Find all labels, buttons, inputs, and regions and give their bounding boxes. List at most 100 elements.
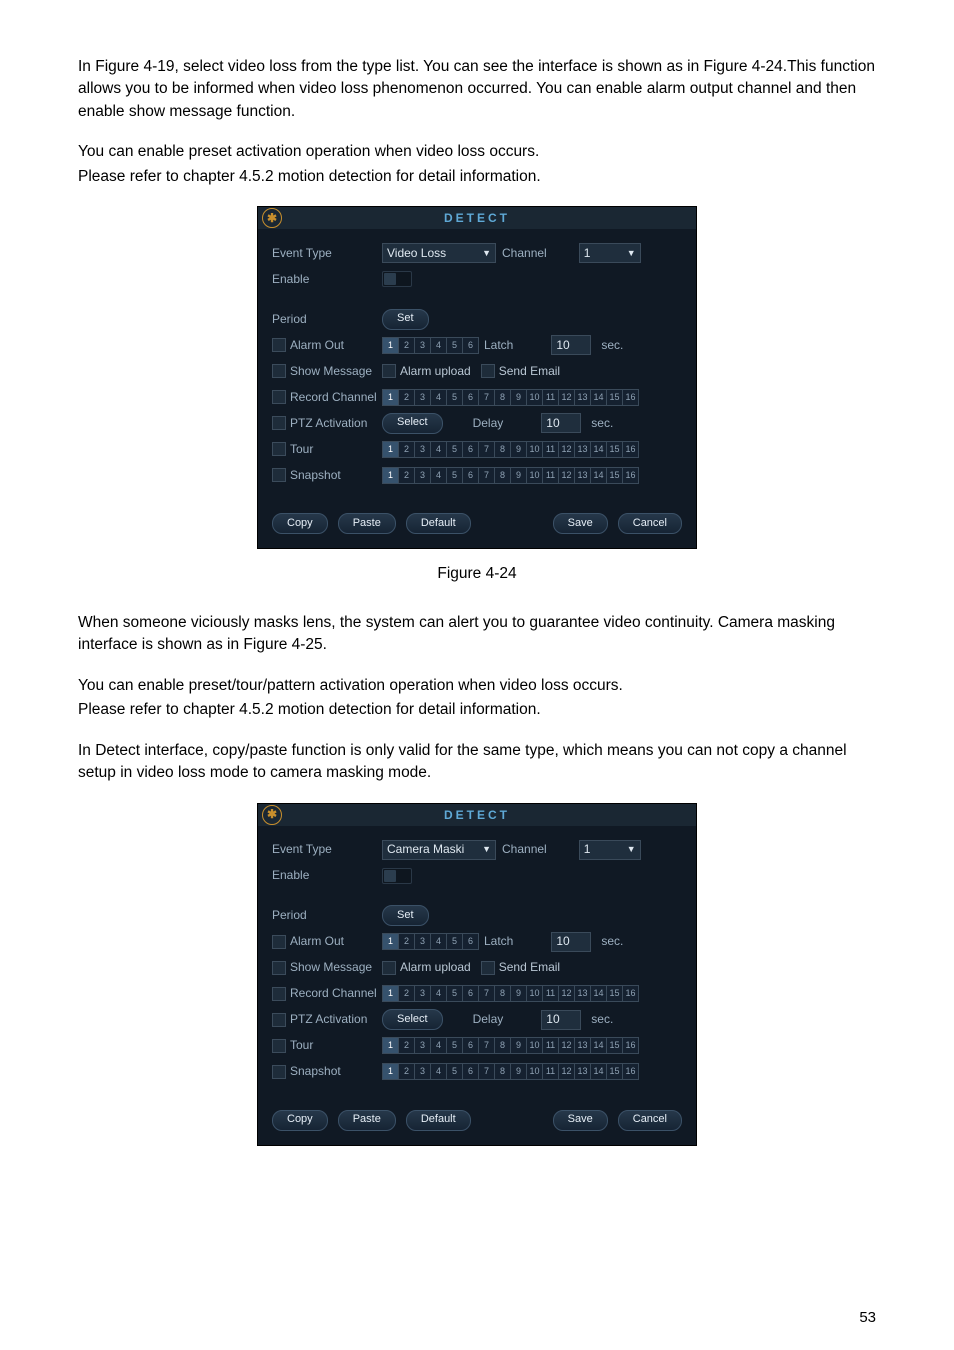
channel-value: 1 (584, 841, 591, 858)
label-delay: Delay (473, 1011, 504, 1028)
chevron-down-icon: ▼ (627, 843, 636, 856)
channel-select[interactable]: 1 ▼ (579, 840, 641, 860)
delay-input[interactable]: 10 (541, 413, 581, 433)
label-tour: Tour (272, 1037, 382, 1054)
label-record-channel: Record Channel (272, 389, 382, 406)
label-send-email: Send Email (499, 959, 560, 976)
alarm-upload-checkbox[interactable] (382, 961, 396, 975)
label-send-email: Send Email (499, 363, 560, 380)
label-latch: Latch (484, 337, 513, 354)
label-alarm-out: Alarm Out (272, 337, 382, 354)
record-channel-checkbox[interactable] (272, 390, 286, 404)
event-type-select[interactable]: Camera Maski ▼ (382, 840, 496, 860)
snapshot-checkbox[interactable] (272, 1065, 286, 1079)
default-button[interactable]: Default (406, 513, 471, 534)
panel-titlebar: ✱ DETECT (258, 207, 696, 229)
paste-button[interactable]: Paste (338, 1110, 396, 1131)
event-type-value: Camera Maski (387, 841, 464, 858)
save-button[interactable]: Save (553, 1110, 608, 1131)
snapshot-channels[interactable]: 12345678910111213141516 (382, 1063, 638, 1080)
tour-checkbox[interactable] (272, 1039, 286, 1053)
event-type-value: Video Loss (387, 245, 446, 262)
event-type-select[interactable]: Video Loss ▼ (382, 243, 496, 263)
label-sec: sec. (601, 337, 623, 354)
snapshot-channels[interactable]: 12345678910111213141516 (382, 467, 638, 484)
para-4a: You can enable preset/tour/pattern activ… (78, 675, 876, 697)
label-show-message: Show Message (272, 959, 382, 976)
para-3: When someone viciously masks lens, the s… (78, 612, 876, 657)
label-ptz-activation: PTZ Activation (272, 415, 382, 432)
tour-channels[interactable]: 12345678910111213141516 (382, 441, 638, 458)
record-channels[interactable]: 12345678910111213141516 (382, 389, 638, 406)
send-email-checkbox[interactable] (481, 961, 495, 975)
select-button[interactable]: Select (382, 1009, 443, 1030)
label-record-channel: Record Channel (272, 985, 382, 1002)
intro-para-2a: You can enable preset activation operati… (78, 141, 876, 163)
label-period: Period (272, 907, 382, 924)
label-tour: Tour (272, 441, 382, 458)
chevron-down-icon: ▼ (627, 247, 636, 260)
snapshot-checkbox[interactable] (272, 468, 286, 482)
tour-channels[interactable]: 12345678910111213141516 (382, 1037, 638, 1054)
default-button[interactable]: Default (406, 1110, 471, 1131)
copy-button[interactable]: Copy (272, 1110, 328, 1131)
label-sec: sec. (601, 933, 623, 950)
copy-button[interactable]: Copy (272, 513, 328, 534)
channel-select[interactable]: 1 ▼ (579, 243, 641, 263)
select-button[interactable]: Select (382, 413, 443, 434)
label-latch: Latch (484, 933, 513, 950)
label-enable: Enable (272, 271, 382, 288)
alarm-out-checkbox[interactable] (272, 338, 286, 352)
show-message-checkbox[interactable] (272, 364, 286, 378)
chevron-down-icon: ▼ (482, 843, 491, 856)
channel-value: 1 (584, 245, 591, 262)
send-email-checkbox[interactable] (481, 364, 495, 378)
enable-toggle[interactable] (382, 271, 412, 287)
panel-title: DETECT (258, 210, 696, 227)
cancel-button[interactable]: Cancel (618, 513, 682, 534)
record-channels[interactable]: 12345678910111213141516 (382, 985, 638, 1002)
label-sec2: sec. (591, 1011, 613, 1028)
latch-input[interactable]: 10 (551, 335, 591, 355)
intro-para-1: In Figure 4-19, select video loss from t… (78, 56, 876, 123)
paste-button[interactable]: Paste (338, 513, 396, 534)
alarm-out-checkbox[interactable] (272, 935, 286, 949)
alarm-out-channels[interactable]: 123456 (382, 933, 478, 950)
page-number: 53 (859, 1309, 876, 1326)
para-5: In Detect interface, copy/paste function… (78, 740, 876, 785)
enable-toggle[interactable] (382, 868, 412, 884)
label-period: Period (272, 311, 382, 328)
label-enable: Enable (272, 867, 382, 884)
set-button[interactable]: Set (382, 309, 429, 330)
record-channel-checkbox[interactable] (272, 987, 286, 1001)
label-alarm-out: Alarm Out (272, 933, 382, 950)
chevron-down-icon: ▼ (482, 247, 491, 260)
label-channel: Channel (502, 245, 547, 262)
alarm-upload-checkbox[interactable] (382, 364, 396, 378)
latch-input[interactable]: 10 (551, 932, 591, 952)
tour-checkbox[interactable] (272, 442, 286, 456)
ptz-activation-checkbox[interactable] (272, 1013, 286, 1027)
detect-panel-camera-masking: ✱ DETECT Event Type Camera Maski ▼ Chann… (257, 803, 697, 1146)
label-alarm-upload: Alarm upload (400, 363, 471, 380)
label-alarm-upload: Alarm upload (400, 959, 471, 976)
para-4b: Please refer to chapter 4.5.2 motion det… (78, 699, 876, 721)
label-show-message: Show Message (272, 363, 382, 380)
panel-title: DETECT (258, 807, 696, 824)
detect-panel-video-loss: ✱ DETECT Event Type Video Loss ▼ Channel… (257, 206, 697, 549)
label-event-type: Event Type (272, 841, 382, 858)
set-button[interactable]: Set (382, 905, 429, 926)
save-button[interactable]: Save (553, 513, 608, 534)
ptz-activation-checkbox[interactable] (272, 416, 286, 430)
delay-input[interactable]: 10 (541, 1010, 581, 1030)
show-message-checkbox[interactable] (272, 961, 286, 975)
alarm-out-channels[interactable]: 123456 (382, 337, 478, 354)
label-ptz-activation: PTZ Activation (272, 1011, 382, 1028)
label-event-type: Event Type (272, 245, 382, 262)
label-channel: Channel (502, 841, 547, 858)
cancel-button[interactable]: Cancel (618, 1110, 682, 1131)
label-snapshot: Snapshot (272, 1063, 382, 1080)
label-snapshot: Snapshot (272, 467, 382, 484)
figure-caption-1: Figure 4-24 (78, 563, 876, 585)
label-delay: Delay (473, 415, 504, 432)
